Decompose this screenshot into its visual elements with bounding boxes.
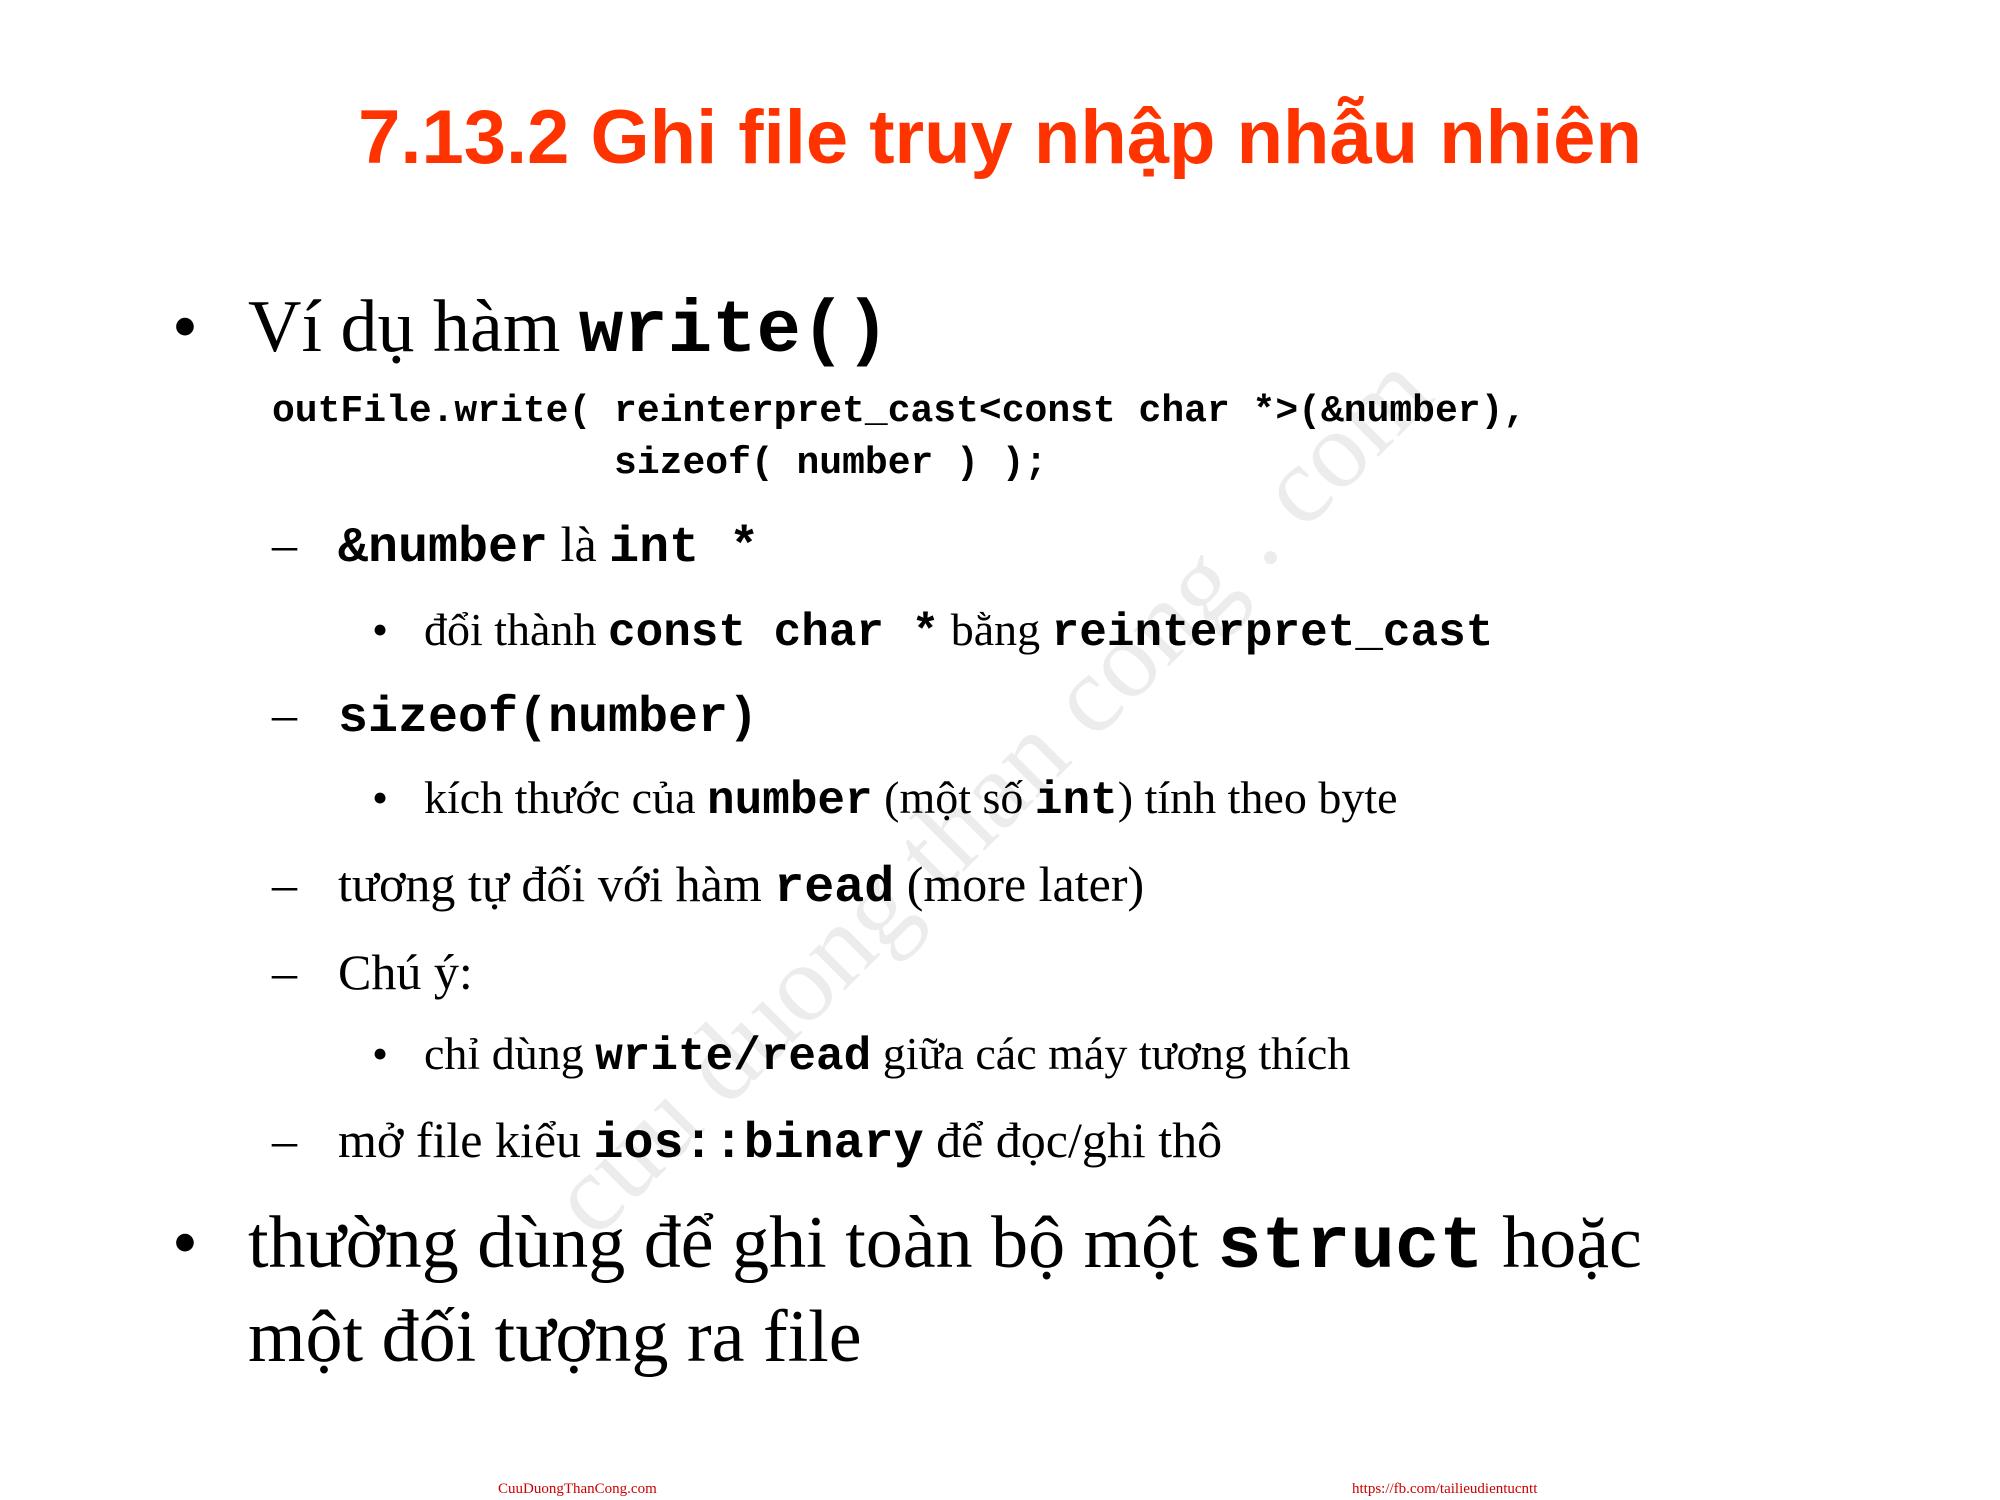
sub-4-item: chỉ dùng write/read giữa các máy tương t… — [424, 1024, 1350, 1087]
sub-2-item-text-2: (một số — [872, 772, 1035, 823]
sub-2-item-code-2: int — [1034, 775, 1118, 827]
sub-5: mở file kiểu ios::binary để đọc/ghi thô — [338, 1108, 1222, 1177]
sub-3-text-1: tương tự đối với hàm — [338, 856, 775, 912]
slide: cuu duong than cong . com 7.13.2 Ghi fil… — [0, 0, 2000, 1500]
sub-1: &number là int * — [338, 512, 759, 581]
sub-1-dash: – — [272, 516, 297, 572]
sub-1-item-text-2: bằng — [939, 604, 1052, 655]
sub-4-text-1: Chú ý: — [338, 944, 473, 1000]
sub-3-dash: – — [272, 856, 297, 912]
sub-1-item-dot: • — [372, 604, 389, 655]
bullet-2-text-1: thường dùng để ghi toàn bộ một — [248, 1202, 1218, 1284]
sub-2-item: kích thước của number (một số int) tính … — [424, 768, 1398, 831]
footer-right-link[interactable]: https://fb.com/tailieudientucntt — [1352, 1480, 1537, 1498]
sub-4-item-text-1: chỉ dùng — [424, 1028, 596, 1079]
sub-4-item-code-1: write/read — [595, 1031, 872, 1083]
bullet-1-code: write() — [578, 290, 890, 374]
sub-1-code-1: &number — [338, 520, 549, 577]
sub-5-text-1: mở file kiểu — [338, 1112, 594, 1168]
footer-left-link[interactable]: CuuDuongThanCong.com — [498, 1480, 657, 1498]
sub-4-item-dot: • — [372, 1028, 389, 1079]
code-block: outFile.write( reinterpret_cast<const ch… — [272, 386, 1526, 490]
sub-1-text-1: là — [548, 516, 610, 572]
sub-5-code-1: ios::binary — [593, 1116, 924, 1173]
sub-2-item-text-1: kích thước của — [424, 772, 707, 823]
sub-2: sizeof(number) — [338, 682, 758, 751]
sub-1-item-code-2: reinterpret_cast — [1051, 607, 1494, 659]
bullet-2-text-2: hoặc — [1483, 1202, 1642, 1284]
sub-1-item: đổi thành const char * bằng reinterpret_… — [424, 600, 1493, 663]
sub-1-code-2: int * — [609, 520, 760, 577]
sub-3-code-1: read — [774, 860, 895, 917]
sub-2-item-code-1: number — [707, 775, 873, 827]
code-line-1: outFile.write( reinterpret_cast<const ch… — [272, 390, 1527, 433]
code-line-2: sizeof( number ) ); — [272, 442, 1048, 485]
bullet-1: Ví dụ hàm write() — [248, 282, 890, 377]
sub-1-item-text-1: đổi thành — [424, 604, 608, 655]
bullet-2-line-2: một đối tượng ra file — [248, 1296, 862, 1378]
bullet-2: thường dùng để ghi toàn bộ một struct ho… — [248, 1198, 1642, 1293]
bullet-2-code-1: struct — [1217, 1206, 1484, 1290]
bullet-1-dot: • — [172, 286, 198, 368]
sub-3: tương tự đối với hàm read (more later) — [338, 852, 1144, 921]
sub-5-text-2: để đọc/ghi thô — [923, 1112, 1223, 1168]
sub-3-text-2: (more later) — [894, 856, 1145, 912]
sub-4-item-text-2: giữa các máy tương thích — [871, 1028, 1351, 1079]
sub-2-code-1: sizeof(number) — [338, 690, 759, 747]
slide-title: 7.13.2 Ghi file truy nhập nhẫu nhiên — [358, 95, 1642, 180]
sub-2-item-dot: • — [372, 772, 389, 823]
sub-4-dash: – — [272, 944, 297, 1000]
sub-5-dash: – — [272, 1112, 297, 1168]
sub-4: Chú ý: — [338, 940, 473, 1004]
bullet-2-dot: • — [172, 1202, 198, 1284]
bullet-1-text: Ví dụ hàm — [248, 286, 579, 368]
sub-2-dash: – — [272, 686, 297, 742]
sub-1-item-code-1: const char * — [607, 607, 940, 659]
sub-2-item-text-3: ) tính theo byte — [1117, 772, 1398, 823]
